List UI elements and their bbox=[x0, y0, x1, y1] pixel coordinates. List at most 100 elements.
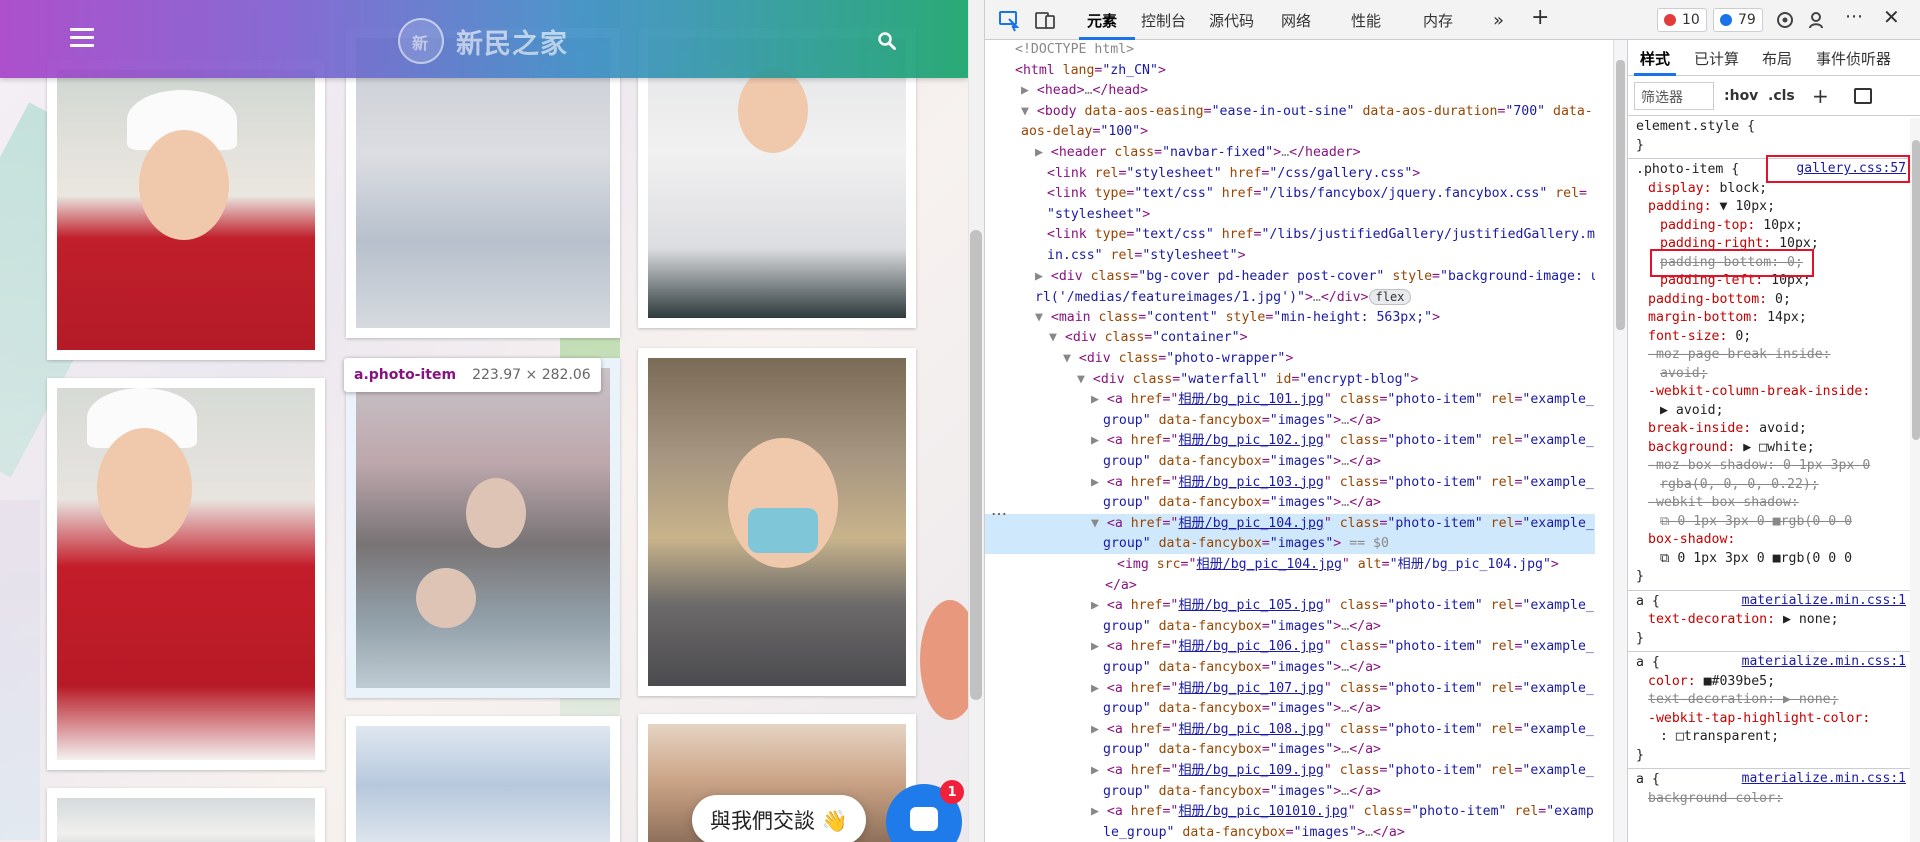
new-rule-icon[interactable]: + bbox=[1812, 84, 1829, 108]
dom-node-line[interactable]: ▶ <a href="相册/bg_pic_102.jpg" class="pho… bbox=[985, 431, 1595, 451]
dom-node-line[interactable]: ▶ <a href="相册/bg_pic_109.jpg" class="pho… bbox=[985, 761, 1595, 781]
style-line[interactable]: a { bbox=[1636, 654, 1660, 672]
photo-item[interactable] bbox=[47, 60, 325, 360]
dom-node-line[interactable]: ▶ <a href="相册/bg_pic_105.jpg" class="pho… bbox=[985, 596, 1595, 616]
error-count-badge[interactable]: 10 bbox=[1657, 8, 1707, 32]
dom-node-line[interactable]: rl('/medias/featureimages/1.jpg')">…</di… bbox=[985, 287, 1595, 307]
menu-icon[interactable] bbox=[70, 28, 94, 48]
dom-node-line[interactable]: ▶ <a href="相册/bg_pic_103.jpg" class="pho… bbox=[985, 473, 1595, 493]
dom-node-line[interactable]: <img src="相册/bg_pic_104.jpg" alt="相册/bg_… bbox=[985, 555, 1595, 575]
dom-node-line[interactable]: ▶ <a href="相册/bg_pic_101.jpg" class="pho… bbox=[985, 390, 1595, 410]
dom-node-line[interactable]: <link type="text/css" href="/libs/fancyb… bbox=[985, 184, 1595, 204]
search-icon[interactable] bbox=[878, 32, 896, 50]
dom-node-line[interactable]: group" data-fancybox="images">…</a> bbox=[985, 493, 1595, 513]
style-line[interactable]: display: block; bbox=[1648, 180, 1767, 198]
dom-node-line[interactable]: group" data-fancybox="images"> == $0 bbox=[985, 534, 1595, 555]
dom-node-line[interactable]: <html lang="zh_CN"> bbox=[985, 61, 1595, 81]
message-count-badge[interactable]: 79 bbox=[1713, 8, 1763, 32]
style-line[interactable]: -webkit-tap-highlight-color: bbox=[1648, 710, 1870, 728]
style-line[interactable]: element.style { bbox=[1636, 118, 1755, 136]
dom-node-line[interactable]: group" data-fancybox="images">…</a> bbox=[985, 782, 1595, 802]
elements-scrollbar-thumb[interactable] bbox=[1616, 60, 1625, 330]
dom-node-line[interactable]: ▼ <div class="photo-wrapper"> bbox=[985, 349, 1595, 369]
more-tabs-icon[interactable]: » bbox=[1493, 10, 1504, 31]
dom-node-line[interactable]: group" data-fancybox="images">…</a> bbox=[985, 411, 1595, 431]
dom-node-line[interactable]: ▼ <main class="content" style="min-heigh… bbox=[985, 308, 1595, 328]
style-line[interactable]: margin-bottom: 14px; bbox=[1648, 309, 1807, 327]
tab-performance[interactable]: 性能 bbox=[1351, 10, 1381, 31]
tab-styles[interactable]: 样式 bbox=[1640, 48, 1670, 69]
dom-node-line[interactable]: <!DOCTYPE html> bbox=[985, 40, 1595, 60]
chat-greeting[interactable]: 與我們交談 👋 bbox=[692, 795, 866, 842]
dom-node-line[interactable]: ▶ <a href="相册/bg_pic_101010.jpg" class="… bbox=[985, 802, 1595, 822]
tab-memory[interactable]: 内存 bbox=[1423, 10, 1453, 31]
style-line[interactable]: font-size: 0; bbox=[1648, 328, 1751, 346]
style-line[interactable]: .photo-item { bbox=[1636, 161, 1739, 179]
style-line[interactable]: -webkit-column-break-inside: bbox=[1648, 383, 1870, 401]
style-line[interactable]: text-decoration: ▶ none; bbox=[1648, 691, 1839, 709]
tab-sources[interactable]: 源代码 bbox=[1209, 10, 1254, 31]
tab-computed[interactable]: 已计算 bbox=[1694, 48, 1739, 69]
style-line[interactable]: ▶ avoid; bbox=[1660, 402, 1724, 420]
dom-node-line[interactable]: ▼ <body data-aos-easing="ease-in-out-sin… bbox=[985, 102, 1595, 122]
tab-console[interactable]: 控制台 bbox=[1141, 10, 1186, 31]
dom-node-line[interactable]: group" data-fancybox="images">…</a> bbox=[985, 452, 1595, 472]
style-line[interactable]: -webkit-box-shadow: bbox=[1648, 494, 1799, 512]
dom-node-line[interactable]: aos-delay="100"> bbox=[985, 122, 1595, 142]
cls-toggle[interactable]: .cls bbox=[1768, 88, 1795, 104]
dom-node-line[interactable]: ▶ <header class="navbar-fixed">…</header… bbox=[985, 143, 1595, 163]
dom-node-line[interactable]: group" data-fancybox="images">…</a> bbox=[985, 740, 1595, 760]
styles-filter-input[interactable]: 筛选器 bbox=[1634, 82, 1714, 110]
dom-node-line[interactable]: ▶ <head>…</head> bbox=[985, 81, 1595, 101]
dom-node-line[interactable]: le_group" data-fancybox="images">…</a> bbox=[985, 823, 1595, 842]
dom-node-line[interactable]: ▶ <a href="相册/bg_pic_108.jpg" class="pho… bbox=[985, 720, 1595, 740]
style-line[interactable]: box-shadow: bbox=[1648, 531, 1735, 549]
style-line[interactable]: padding-top: 10px; bbox=[1660, 217, 1803, 235]
brand[interactable]: 新 新民之家 bbox=[398, 18, 568, 64]
close-devtools-icon[interactable]: ✕ bbox=[1883, 5, 1900, 29]
settings-icon[interactable] bbox=[1773, 8, 1797, 32]
photo-item[interactable] bbox=[47, 378, 325, 770]
dom-node-line[interactable]: </a> bbox=[985, 576, 1595, 596]
stylesheet-source-link[interactable]: materialize.min.css:1 bbox=[1742, 593, 1906, 608]
style-line[interactable]: text-decoration: ▶ none; bbox=[1648, 611, 1839, 629]
page-scrollbar-thumb[interactable] bbox=[970, 230, 982, 700]
style-line[interactable]: -moz-box-shadow: 0 1px 3px 0 bbox=[1648, 457, 1870, 475]
photo-item[interactable] bbox=[346, 716, 620, 842]
dom-node-line[interactable]: group" data-fancybox="images">…</a> bbox=[985, 699, 1595, 719]
style-line[interactable]: } bbox=[1636, 630, 1644, 648]
style-line[interactable]: } bbox=[1636, 747, 1644, 765]
style-line[interactable]: color: ■#039be5; bbox=[1648, 673, 1775, 691]
style-line[interactable]: avoid; bbox=[1660, 365, 1708, 383]
photo-item[interactable] bbox=[638, 348, 916, 696]
tab-elements[interactable]: 元素 bbox=[1087, 10, 1117, 31]
customize-icon[interactable] bbox=[1807, 8, 1831, 32]
style-line[interactable]: rgba(0, 0, 0, 0.22); bbox=[1660, 476, 1819, 494]
style-line[interactable]: a { bbox=[1636, 593, 1660, 611]
dom-node-line[interactable]: in.css" rel="stylesheet"> bbox=[985, 246, 1595, 266]
style-line[interactable]: background: ▶ □white; bbox=[1648, 439, 1815, 457]
dom-node-line[interactable]: group" data-fancybox="images">…</a> bbox=[985, 617, 1595, 637]
styles-scrollbar-thumb[interactable] bbox=[1912, 140, 1920, 440]
dom-node-line[interactable]: <link type="text/css" href="/libs/justif… bbox=[985, 225, 1595, 245]
toggle-sidebar-icon[interactable] bbox=[1854, 88, 1872, 104]
more-options-icon[interactable]: ⋯ bbox=[1845, 6, 1863, 27]
photo-item[interactable] bbox=[47, 788, 325, 842]
style-line[interactable]: a { bbox=[1636, 771, 1660, 789]
stylesheet-source-link[interactable]: materialize.min.css:1 bbox=[1742, 654, 1906, 669]
style-line[interactable]: } bbox=[1636, 568, 1644, 586]
dom-node-line[interactable]: ▶ <a href="相册/bg_pic_107.jpg" class="pho… bbox=[985, 679, 1595, 699]
tab-event-listeners[interactable]: 事件侦听器 bbox=[1816, 48, 1891, 69]
tab-layout[interactable]: 布局 bbox=[1762, 48, 1792, 69]
tab-network[interactable]: 网络 bbox=[1281, 10, 1311, 31]
stylesheet-source-link[interactable]: materialize.min.css:1 bbox=[1742, 771, 1906, 786]
dom-node-line[interactable]: ▶ <div class="bg-cover pd-header post-co… bbox=[985, 267, 1595, 287]
dom-node-line[interactable]: group" data-fancybox="images">…</a> bbox=[985, 658, 1595, 678]
style-line[interactable]: : □transparent; bbox=[1660, 728, 1779, 746]
device-toolbar-icon[interactable] bbox=[1033, 8, 1057, 32]
style-line[interactable]: background-color: bbox=[1648, 790, 1783, 808]
style-line[interactable]: padding-bottom: 0; bbox=[1648, 291, 1791, 309]
hov-toggle[interactable]: :hov bbox=[1724, 88, 1758, 104]
style-line[interactable]: ⧉ 0 1px 3px 0 ■rgb(0 0 0 bbox=[1660, 550, 1852, 568]
dom-node-line[interactable]: ▼ <div class="container"> bbox=[985, 328, 1595, 348]
